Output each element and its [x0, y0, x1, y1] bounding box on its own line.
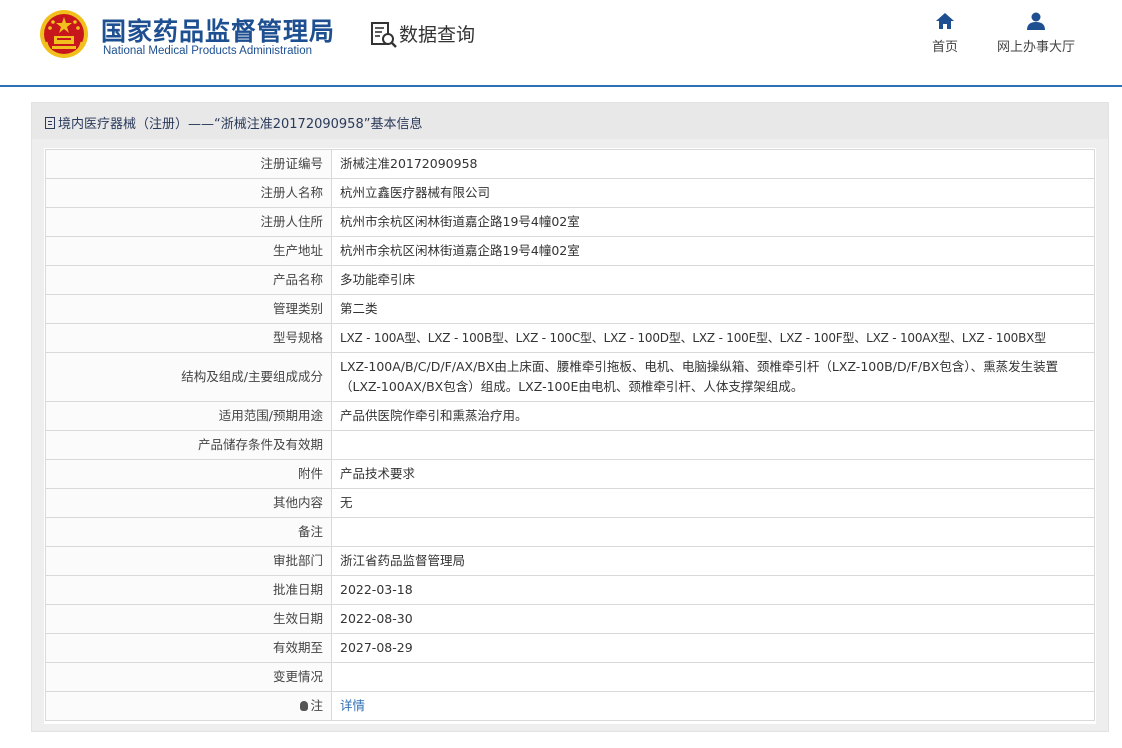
row-value: [331, 517, 1095, 547]
table-row: 注册人住所 杭州市余杭区闲林街道嘉企路19号4幢02室: [45, 207, 1095, 237]
table-row: 生产地址 杭州市余杭区闲林街道嘉企路19号4幢02室: [45, 236, 1095, 266]
user-icon: [1027, 12, 1045, 30]
row-value: 产品供医院作牵引和熏蒸治疗用。: [331, 401, 1095, 431]
table-row: 备注: [45, 517, 1095, 547]
row-label: 注册人住所: [45, 207, 332, 237]
note-label: 注: [310, 698, 323, 713]
row-label: 有效期至: [45, 633, 332, 663]
site-subtitle: National Medical Products Administration: [103, 45, 313, 57]
row-label: 注册证编号: [45, 149, 332, 179]
row-label: 结构及组成/主要组成成分: [45, 352, 332, 402]
row-value: 浙江省药品监督管理局: [331, 546, 1095, 576]
row-label: 批准日期: [45, 575, 332, 605]
row-label: 产品名称: [45, 265, 332, 295]
table-row: 审批部门 浙江省药品监督管理局: [45, 546, 1095, 576]
row-label: 注册人名称: [45, 178, 332, 208]
row-label: 型号规格: [45, 323, 332, 353]
row-label: 适用范围/预期用途: [45, 401, 332, 431]
nav-home-label: 首页: [931, 40, 958, 55]
panel-title: 境内医疗器械（注册）——“浙械注准20172090958”基本信息: [58, 117, 423, 132]
info-table: 注册证编号 浙械注准20172090958 注册人名称 杭州立鑫医疗器械有限公司 注…: [45, 149, 1095, 721]
row-label: 生产地址: [45, 236, 332, 266]
table-row: 产品名称 多功能牵引床: [45, 265, 1095, 295]
table-row: 批准日期 2022-03-18: [45, 575, 1095, 605]
row-value: [331, 662, 1095, 692]
info-panel: 境内医疗器械（注册）——“浙械注准20172090958”基本信息 注册证编号浙…: [31, 102, 1109, 732]
row-label: 其他内容: [45, 488, 332, 518]
row-value: 2022-08-30: [331, 604, 1095, 634]
national-emblem-icon: [40, 10, 88, 58]
lightbulb-icon: [300, 701, 309, 711]
row-value: 无: [331, 488, 1095, 518]
site-title: 国家药品监督管理局: [101, 17, 336, 46]
row-value: 详情: [331, 691, 1095, 721]
row-value: 浙械注准20172090958: [331, 149, 1095, 179]
section-title: 数据查询: [399, 24, 476, 46]
row-label: 产品储存条件及有效期: [45, 430, 332, 460]
nav-online-hall-label: 网上办事大厅: [996, 40, 1075, 55]
document-search-icon: [371, 22, 397, 48]
table-row: 管理类别 第二类: [45, 294, 1095, 324]
document-icon: [45, 117, 55, 129]
row-value: 产品技术要求: [331, 459, 1095, 489]
table-row: 有效期至 2027-08-29: [45, 633, 1095, 663]
details-link[interactable]: 详情: [340, 698, 365, 713]
table-row: 注册人名称 杭州立鑫医疗器械有限公司: [45, 178, 1095, 208]
table-row: 适用范围/预期用途 产品供医院作牵引和熏蒸治疗用。: [45, 401, 1095, 431]
row-label: 变更情况: [45, 662, 332, 692]
row-value: LXZ - 100A型、LXZ - 100B型、LXZ - 100C型、LXZ …: [331, 323, 1095, 353]
row-value: 杭州市余杭区闲林街道嘉企路19号4幢02室: [331, 207, 1095, 237]
row-label: 审批部门: [45, 546, 332, 576]
row-value: 2027-08-29: [331, 633, 1095, 663]
home-icon: [936, 13, 954, 29]
table-row: 注 详情: [45, 691, 1095, 721]
row-label: 生效日期: [45, 604, 332, 634]
table-row: 产品储存条件及有效期: [45, 430, 1095, 460]
table-row: 型号规格 LXZ - 100A型、LXZ - 100B型、LXZ - 100C型、…: [45, 323, 1095, 353]
table-row: 结构及组成/主要组成成分 LXZ-100A/B/C/D/F/AX/BX由上床面、腰…: [45, 352, 1095, 402]
row-label: 管理类别: [45, 294, 332, 324]
table-row: 变更情况: [45, 662, 1095, 692]
panel-body: 注册证编号 浙械注准20172090958 注册人名称 杭州立鑫医疗器械有限公司 注…: [44, 148, 1096, 724]
nav-online-hall[interactable]: 网上办事大厅: [993, 12, 1079, 55]
table-row: 生效日期 2022-08-30: [45, 604, 1095, 634]
table-row: 附件 产品技术要求: [45, 459, 1095, 489]
row-label: 附件: [45, 459, 332, 489]
site-header: 国家药品监督管理局 National Medical Products Admi…: [0, 0, 1122, 87]
panel-header: 境内医疗器械（注册）——“浙械注准20172090958”基本信息: [32, 103, 1108, 139]
row-label-note: 注: [45, 691, 332, 721]
row-value: 第二类: [331, 294, 1095, 324]
table-row: 其他内容无: [45, 488, 1095, 518]
row-value: 2022-03-18: [331, 575, 1095, 605]
row-value: [331, 430, 1095, 460]
row-value: 多功能牵引床: [331, 265, 1095, 295]
row-value: 杭州市余杭区闲林街道嘉企路19号4幢02室: [331, 236, 1095, 266]
nav-home[interactable]: 首页: [918, 12, 972, 55]
row-value: LXZ-100A/B/C/D/F/AX/BX由上床面、腰椎牵引拖板、电机、电脑操…: [331, 352, 1095, 402]
row-label: 备注: [45, 517, 332, 547]
row-value: 杭州立鑫医疗器械有限公司: [331, 178, 1095, 208]
table-row: 注册证编号 浙械注准20172090958: [45, 149, 1095, 179]
